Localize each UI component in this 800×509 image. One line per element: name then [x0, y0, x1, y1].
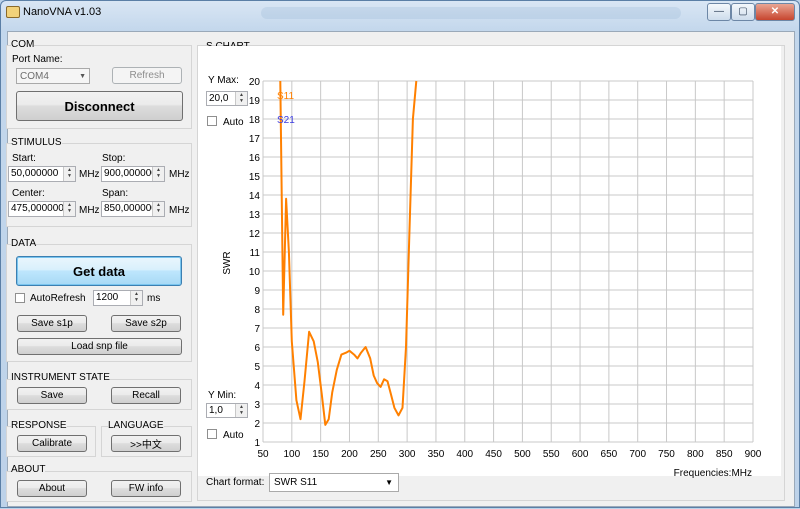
- x-tick-label: 650: [601, 449, 618, 460]
- chevron-down-icon: ▼: [385, 478, 393, 487]
- x-tick-label: 500: [514, 449, 531, 460]
- legend-s21: S21: [277, 115, 295, 126]
- x-tick-label: 850: [716, 449, 733, 460]
- y-tick-label: 7: [254, 324, 260, 335]
- y-tick-label: 11: [250, 248, 261, 259]
- y-tick-label: 4: [254, 381, 260, 392]
- chart-format-value: SWR S11: [274, 477, 318, 488]
- y-tick-label: 8: [254, 305, 260, 316]
- y-tick-label: 14: [249, 191, 261, 202]
- x-axis-label: Frequencies:MHz: [674, 468, 752, 479]
- x-tick-label: 900: [745, 449, 762, 460]
- x-tick-label: 150: [312, 449, 329, 460]
- x-tick-label: 100: [283, 449, 300, 460]
- chart-format-label: Chart format:: [206, 477, 265, 488]
- chart-format-select[interactable]: SWR S11 ▼: [269, 473, 399, 492]
- y-axis-label: SWR: [222, 251, 233, 274]
- y-tick-label: 20: [249, 77, 261, 88]
- y-tick-label: 18: [249, 115, 261, 126]
- y-tick-label: 10: [249, 267, 261, 278]
- swr-chart: 50 100 150 200 250 300 350 400 450 500 550 600 650 70…: [222, 77, 762, 479]
- y-tick-label: 19: [249, 96, 261, 107]
- x-tick-label: 800: [687, 449, 704, 460]
- y-tick-label: 12: [249, 229, 261, 240]
- y-tick-label: 16: [249, 153, 261, 164]
- y-tick-label: 13: [249, 210, 261, 221]
- x-tick-label: 600: [572, 449, 589, 460]
- y-tick-label: 15: [249, 172, 261, 183]
- legend-s11: S11: [277, 91, 294, 102]
- y-tick-label: 3: [254, 400, 260, 411]
- y-tick-label: 17: [249, 134, 261, 145]
- series-line-s11: [279, 80, 418, 426]
- x-tick-label: 50: [257, 449, 269, 460]
- x-tick-label: 250: [370, 449, 387, 460]
- x-tick-label: 350: [428, 449, 445, 460]
- y-tick-label: 5: [254, 362, 260, 373]
- y-tick-label: 9: [254, 286, 260, 297]
- y-tick-label: 1: [254, 438, 260, 449]
- x-tick-label: 400: [456, 449, 473, 460]
- y-tick-label: 2: [254, 419, 260, 430]
- y-tick-label: 6: [254, 343, 260, 354]
- x-tick-label: 700: [629, 449, 646, 460]
- x-tick-label: 550: [543, 449, 560, 460]
- x-tick-label: 750: [658, 449, 675, 460]
- x-tick-label: 450: [485, 449, 502, 460]
- app-window: NanoVNA v1.03 — ▢ ✕ COM Port Name: COM4 ▼…: [0, 0, 800, 508]
- x-tick-label: 300: [399, 449, 416, 460]
- x-tick-label: 200: [341, 449, 358, 460]
